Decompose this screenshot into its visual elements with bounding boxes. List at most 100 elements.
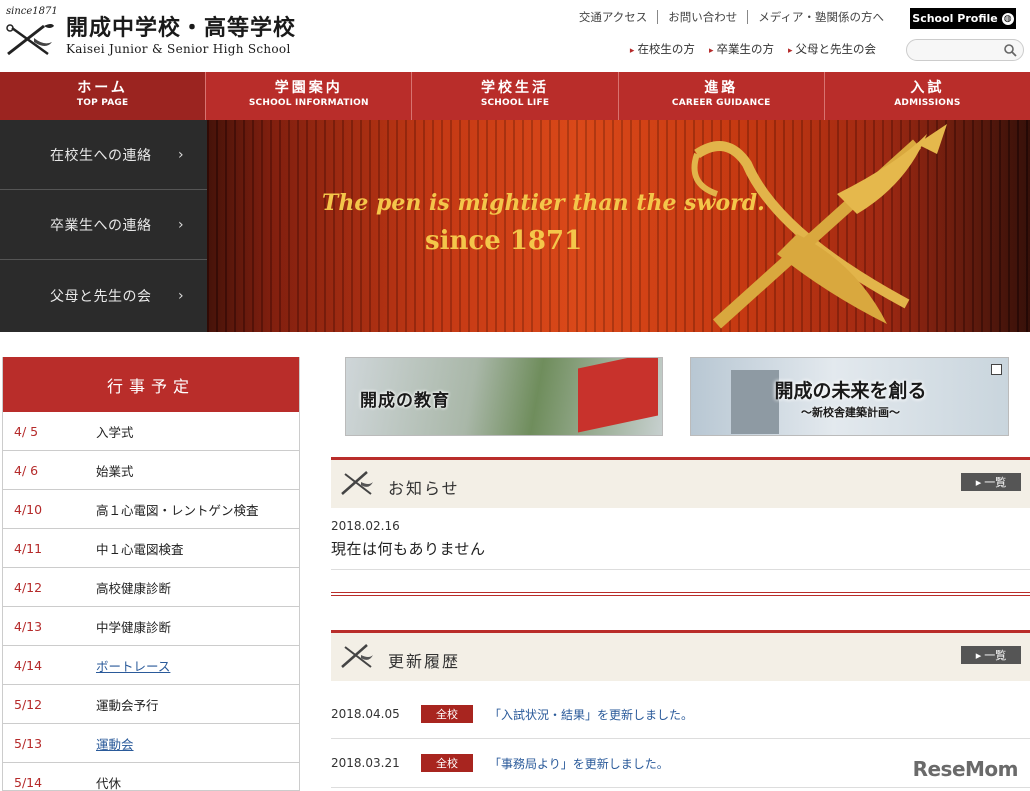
nav-career-guidance-label: 進路 xyxy=(704,80,739,96)
new-building-banner[interactable]: 開成の未来を創る 〜新校舎建築計画〜 xyxy=(690,357,1009,436)
school-name-en: Kaisei Junior & Senior High School xyxy=(66,42,291,56)
list-item: 5/14 代休 xyxy=(3,763,299,791)
event-date: 5/14 xyxy=(14,774,43,790)
nav-school-life-sublabel: SCHOOL LIFE xyxy=(480,98,550,108)
list-item: 4/12 高校健康診断 xyxy=(3,568,299,607)
events-title: 行事予定 xyxy=(3,357,299,412)
event-name: 中学健康診断 xyxy=(96,619,172,635)
nav-school-life[interactable]: 学校生活 SCHOOL LIFE xyxy=(412,72,619,120)
nav-home-sublabel: TOP PAGE xyxy=(76,98,129,108)
pen-sword-emblem-icon xyxy=(341,471,373,495)
update-link[interactable]: 「事務局より」を更新しました。 xyxy=(489,755,669,772)
event-link-sports-day[interactable]: 運動会 xyxy=(96,734,134,753)
search-icon[interactable] xyxy=(1003,43,1017,57)
main-nav: ホーム TOP PAGE 学園案内 SCHOOL INFORMATION 学校生… xyxy=(0,72,1030,120)
event-name: 入学式 xyxy=(96,424,134,440)
util-link-media[interactable]: メディア・塾関係の方へ xyxy=(747,10,894,24)
nav-school-information[interactable]: 学園案内 SCHOOL INFORMATION xyxy=(206,72,413,120)
update-tag: 全校 xyxy=(421,705,473,723)
event-date: 4/ 5 xyxy=(14,423,39,439)
school-name-jp: 開成中学校・高等学校 xyxy=(66,15,297,41)
link-parents-teachers[interactable]: 父母と先生の会 xyxy=(788,41,877,57)
event-date: 4/12 xyxy=(14,579,43,595)
school-profile-button[interactable]: School Profile ◍ xyxy=(910,8,1016,29)
external-link-icon xyxy=(991,364,1002,375)
pen-sword-emblem-icon xyxy=(691,124,947,329)
triangle-right-icon: ▸ xyxy=(975,475,982,489)
pen-sword-emblem-icon xyxy=(6,24,54,56)
side-item-label: 在校生への連絡 xyxy=(50,147,152,164)
list-item: 4/10 高１心電図・レントゲン検査 xyxy=(3,490,299,529)
list-item: 4/ 6 始業式 xyxy=(3,451,299,490)
news-more-button[interactable]: ▸ 一覧 xyxy=(961,473,1021,491)
since-label: since1871 xyxy=(6,6,58,17)
event-name: 代休 xyxy=(96,775,122,791)
event-name: 始業式 xyxy=(96,463,134,479)
event-date: 5/13 xyxy=(14,735,43,751)
side-item-label: 卒業生への連絡 xyxy=(50,217,152,234)
util-link-contact[interactable]: お問い合わせ xyxy=(657,10,747,24)
chevron-right-icon: › xyxy=(178,146,185,163)
school-profile-label: School Profile xyxy=(912,12,998,25)
list-item: 4/13 中学健康診断 xyxy=(3,607,299,646)
hero-banner: The pen is mightier than the sword. sinc… xyxy=(207,120,1030,332)
nav-school-information-sublabel: SCHOOL INFORMATION xyxy=(248,98,369,108)
list-item: 4/14 ボートレース xyxy=(3,646,299,685)
education-banner-label: 開成の教育 xyxy=(360,391,450,411)
school-flag-image xyxy=(578,358,658,433)
nav-career-guidance[interactable]: 進路 CAREER GUIDANCE xyxy=(619,72,825,120)
school-logo[interactable]: since1871 開成中学校・高等学校 Kaisei Junior & Sen… xyxy=(4,6,304,66)
globe-icon: ◍ xyxy=(1001,12,1014,25)
utility-links: 交通アクセス お問い合わせ メディア・塾関係の方へ xyxy=(569,10,894,24)
update-tag: 全校 xyxy=(421,754,473,772)
event-name: 中１心電図検査 xyxy=(96,541,184,557)
search-input[interactable] xyxy=(906,39,1024,61)
nav-school-information-label: 学園案内 xyxy=(274,80,343,96)
list-item: 4/11 中１心電図検査 xyxy=(3,529,299,568)
nav-school-life-label: 学校生活 xyxy=(481,80,549,96)
nav-home[interactable]: ホーム TOP PAGE xyxy=(0,72,207,120)
event-name: 運動会予行 xyxy=(96,697,159,713)
update-date: 2018.03.21 xyxy=(331,756,400,770)
audience-links: 在校生の方 卒業生の方 父母と先生の会 xyxy=(630,41,876,57)
util-link-access[interactable]: 交通アクセス xyxy=(569,10,657,24)
event-date: 4/10 xyxy=(14,501,43,517)
link-alumni[interactable]: 卒業生の方 xyxy=(709,41,774,57)
news-text: 現在は何もありません xyxy=(331,540,486,558)
event-date: 4/11 xyxy=(14,540,43,556)
site-header: since1871 開成中学校・高等学校 Kaisei Junior & Sen… xyxy=(0,0,1030,72)
new-building-subtitle: 〜新校舎建築計画〜 xyxy=(801,406,900,419)
chevron-right-icon: › xyxy=(178,288,185,304)
chevron-right-icon: › xyxy=(178,216,185,233)
event-date: 4/14 xyxy=(14,657,43,673)
updates-more-button[interactable]: ▸ 一覧 xyxy=(961,646,1021,664)
nav-admissions-label: 入試 xyxy=(910,80,945,96)
triangle-right-icon: ▸ xyxy=(975,648,982,662)
education-banner[interactable]: 開成の教育 xyxy=(345,357,663,436)
side-item-current-students[interactable]: 在校生への連絡 › xyxy=(0,120,207,190)
event-date: 4/13 xyxy=(14,618,43,634)
divider xyxy=(331,569,1030,570)
event-name: 高１心電図・レントゲン検査 xyxy=(96,502,259,518)
updates-title: 更新履歴 xyxy=(388,652,461,671)
new-building-title: 開成の未来を創る xyxy=(774,380,927,402)
news-date: 2018.02.16 xyxy=(331,519,400,533)
nav-home-label: ホーム xyxy=(77,80,128,96)
event-date: 5/12 xyxy=(14,696,43,712)
nav-career-guidance-sublabel: CAREER GUIDANCE xyxy=(671,98,771,108)
link-current-students[interactable]: 在校生の方 xyxy=(630,41,695,57)
side-item-alumni[interactable]: 卒業生への連絡 › xyxy=(0,190,207,260)
side-item-parents-teachers[interactable]: 父母と先生の会 › xyxy=(0,260,207,332)
side-item-label: 父母と先生の会 xyxy=(50,289,152,305)
update-date: 2018.04.05 xyxy=(331,707,400,721)
divider xyxy=(331,592,1030,596)
nav-admissions[interactable]: 入試 ADMISSIONS xyxy=(825,72,1030,120)
update-link[interactable]: 「入試状況・結果」を更新しました。 xyxy=(489,706,693,723)
list-item: 4/ 5 入学式 xyxy=(3,412,299,451)
list-item: 5/13 運動会 xyxy=(3,724,299,763)
updates-header: 更新履歴 ▸ 一覧 xyxy=(331,630,1030,681)
news-header: お知らせ ▸ 一覧 xyxy=(331,457,1030,508)
news-more-label: 一覧 xyxy=(984,476,1007,489)
event-link-boat-race[interactable]: ボートレース xyxy=(96,656,170,675)
news-title: お知らせ xyxy=(388,479,460,498)
